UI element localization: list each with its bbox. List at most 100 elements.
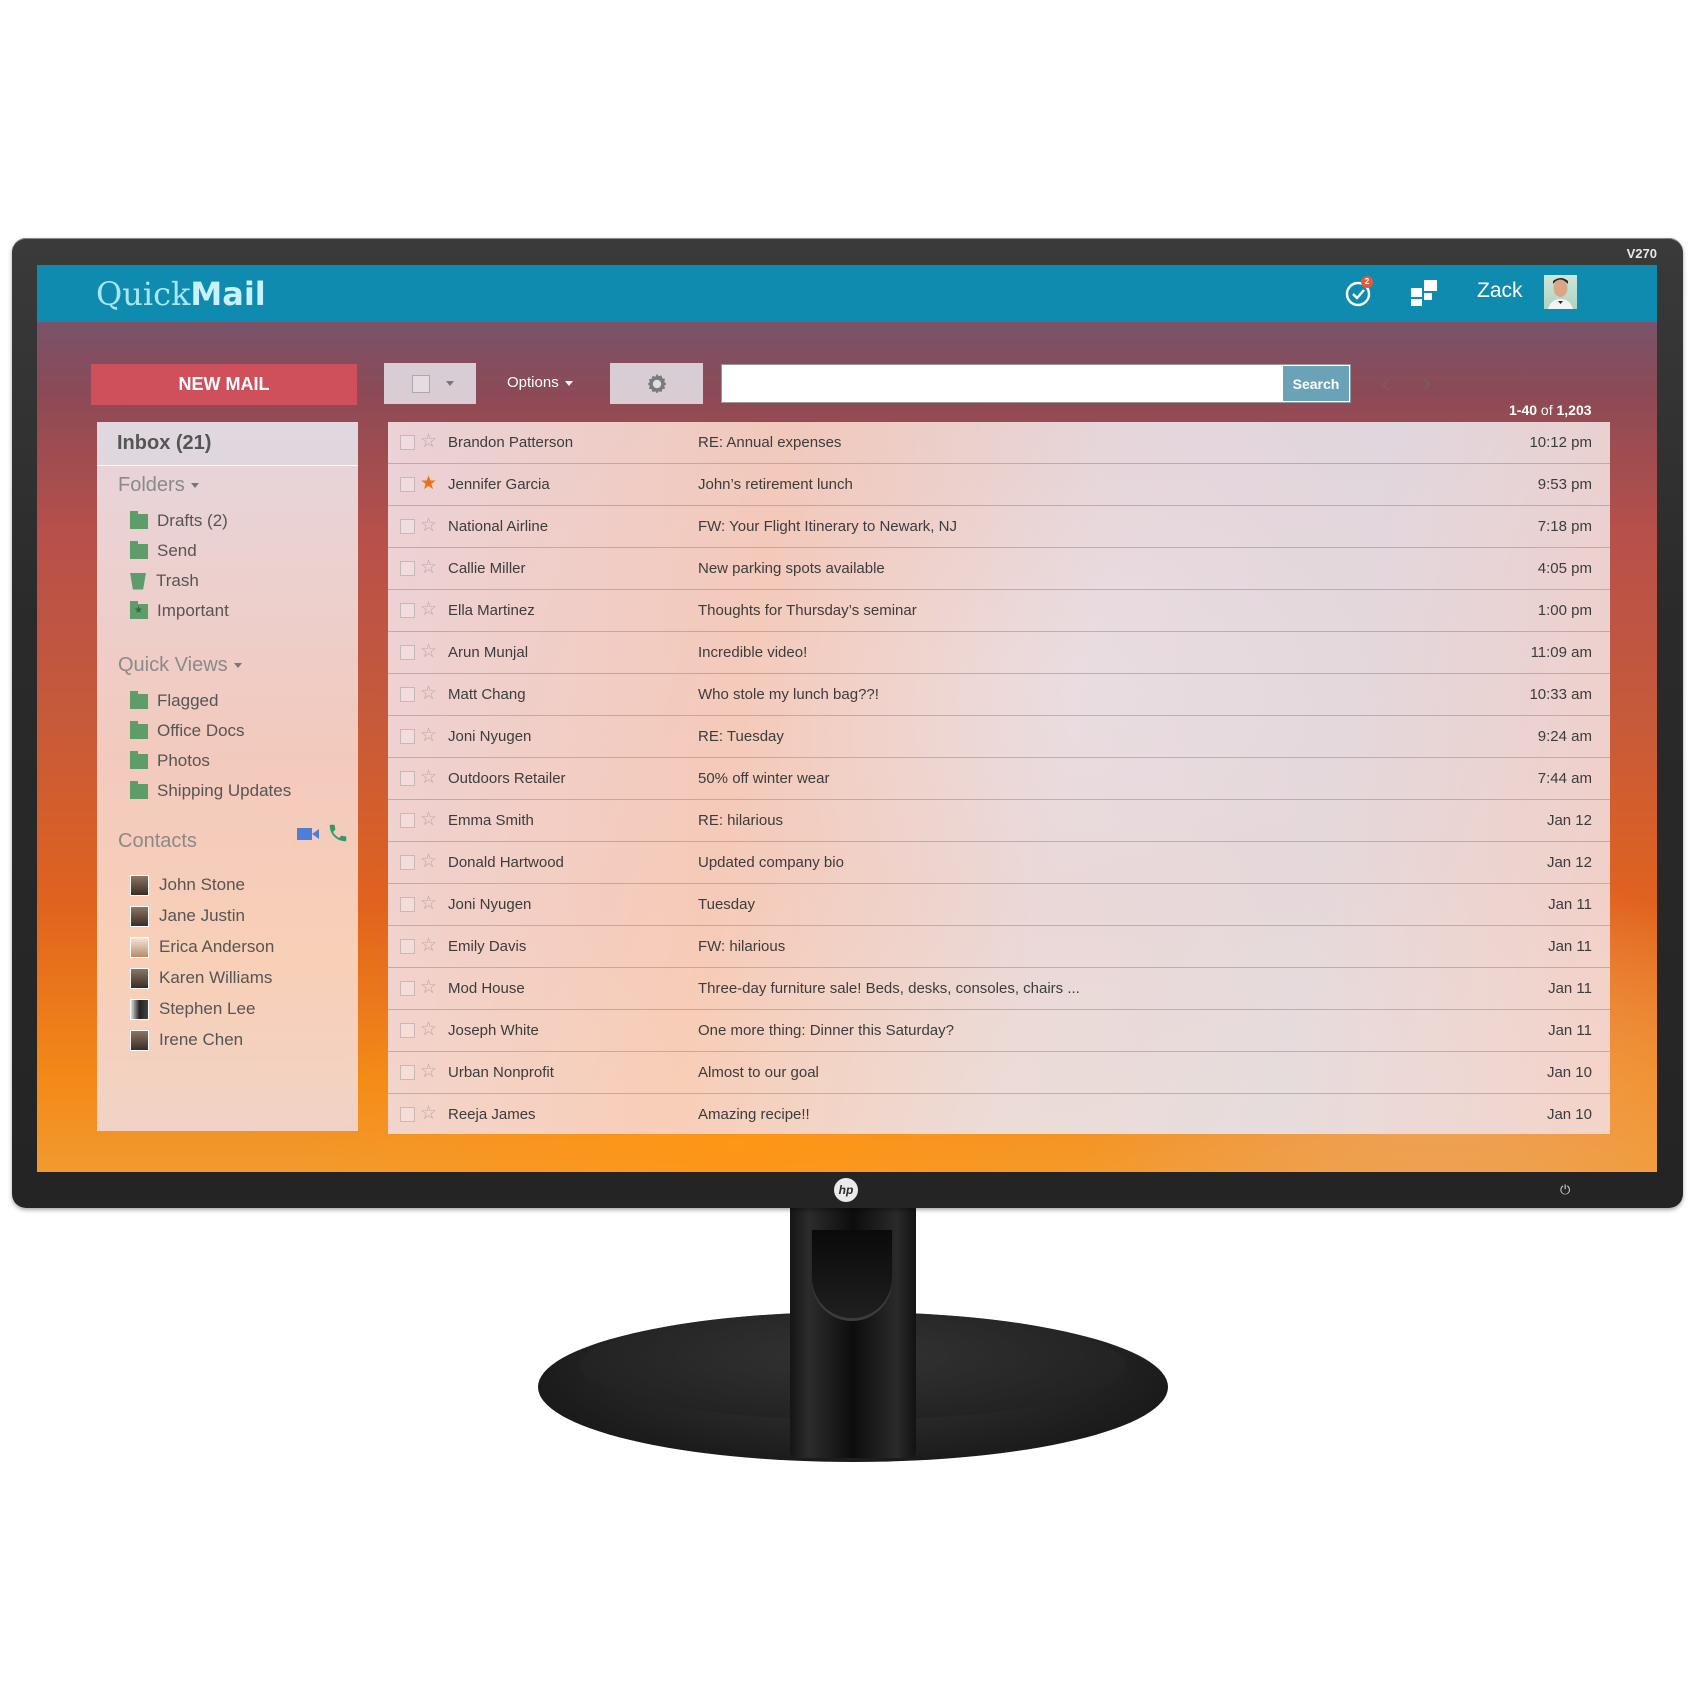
star-icon[interactable]: ☆ — [420, 598, 437, 621]
mail-checkbox[interactable] — [400, 855, 415, 870]
mail-row[interactable]: ☆ National Airline FW: Your Flight Itinera… — [388, 506, 1610, 548]
settings-button[interactable] — [610, 363, 703, 404]
mail-sender: Joni Nyugen — [448, 896, 532, 913]
user-avatar[interactable] — [1544, 275, 1577, 309]
contact-avatar — [130, 874, 149, 896]
video-call-icon[interactable] — [297, 828, 319, 840]
star-icon[interactable]: ☆ — [420, 934, 437, 957]
mail-row[interactable]: ☆ Ella Martinez Thoughts for Thursday’s se… — [388, 590, 1610, 632]
mail-checkbox[interactable] — [400, 1065, 415, 1080]
mail-checkbox[interactable] — [400, 771, 415, 786]
star-icon[interactable]: ☆ — [420, 766, 437, 789]
mail-row[interactable]: ☆ Brandon Patterson RE: Annual expenses 10:… — [388, 422, 1610, 464]
star-icon[interactable]: ☆ — [420, 1018, 437, 1041]
mail-row[interactable]: ☆ Joni Nyugen Tuesday Jan 11 — [388, 884, 1610, 926]
sidebar-item-shipping-updates[interactable]: Shipping Updates — [130, 779, 291, 803]
star-icon[interactable]: ☆ — [420, 682, 437, 705]
star-icon[interactable]: ☆ — [420, 1060, 437, 1083]
mail-sender: Jennifer Garcia — [448, 476, 550, 493]
phone-call-icon[interactable] — [327, 822, 349, 844]
select-all-checkbox[interactable] — [412, 375, 430, 393]
star-icon[interactable]: ☆ — [420, 724, 437, 747]
contact-name: Erica Anderson — [159, 937, 275, 956]
star-icon[interactable]: ☆ — [420, 514, 437, 537]
mail-checkbox[interactable] — [400, 939, 415, 954]
next-page-chevron-icon[interactable]: › — [1422, 367, 1431, 399]
sidebar-item-inbox[interactable]: Inbox (21) — [97, 422, 358, 466]
mail-checkbox[interactable] — [400, 435, 415, 450]
prev-page-chevron-icon[interactable]: ‹ — [1381, 367, 1390, 399]
mail-row[interactable]: ☆ Mod House Three-day furniture sale! Beds… — [388, 968, 1610, 1010]
search-input[interactable] — [722, 365, 1282, 402]
mail-checkbox[interactable] — [400, 603, 415, 618]
chevron-down-icon — [190, 483, 199, 489]
mail-subject: Incredible video! — [698, 644, 808, 661]
mail-checkbox[interactable] — [400, 729, 415, 744]
user-name[interactable]: Zack — [1477, 279, 1523, 303]
star-icon[interactable]: ☆ — [420, 430, 437, 453]
new-mail-button[interactable]: NEW MAIL — [91, 364, 357, 405]
mail-checkbox[interactable] — [400, 813, 415, 828]
sidebar-item-flagged[interactable]: Flagged — [130, 689, 218, 713]
logo-text-mail: Mail — [190, 275, 266, 313]
folder-icon — [130, 690, 148, 709]
contact-item[interactable]: Irene Chen — [130, 1028, 243, 1052]
mail-row[interactable]: ☆ Urban Nonprofit Almost to our goal Jan 10 — [388, 1052, 1610, 1094]
mail-row[interactable]: ★ Jennifer Garcia John’s retirement lunch 9… — [388, 464, 1610, 506]
mail-row[interactable]: ☆ Callie Miller New parking spots availabl… — [388, 548, 1610, 590]
star-icon[interactable]: ☆ — [420, 1102, 437, 1125]
star-icon[interactable]: ☆ — [420, 556, 437, 579]
app-logo[interactable]: QuickMail — [96, 275, 266, 313]
sidebar-item-trash[interactable]: Trash — [130, 569, 199, 593]
contact-item[interactable]: Stephen Lee — [130, 997, 255, 1021]
mail-row[interactable]: ☆ Reeja James Amazing recipe!! Jan 10 — [388, 1094, 1610, 1136]
mail-row[interactable]: ☆ Donald Hartwood Updated company bio Jan 1… — [388, 842, 1610, 884]
mail-row[interactable]: ☆ Arun Munjal Incredible video! 11:09 am — [388, 632, 1610, 674]
sidebar-item-photos[interactable]: Photos — [130, 749, 210, 773]
mail-checkbox[interactable] — [400, 687, 415, 702]
select-all-dropdown[interactable] — [384, 363, 476, 404]
star-icon[interactable]: ☆ — [420, 808, 437, 831]
quick-views-section-toggle[interactable]: Quick Views — [118, 654, 242, 677]
mail-time: 4:05 pm — [1537, 560, 1592, 577]
apps-grid-icon[interactable] — [1411, 280, 1437, 306]
mail-subject: RE: Tuesday — [698, 728, 784, 745]
contact-name: Stephen Lee — [159, 999, 256, 1018]
sidebar-item-office-docs[interactable]: Office Docs — [130, 719, 245, 743]
search-button[interactable]: Search — [1283, 366, 1349, 401]
mail-subject: Amazing recipe!! — [698, 1106, 810, 1123]
contact-item[interactable]: Karen Williams — [130, 966, 272, 990]
mail-sender: Urban Nonprofit — [448, 1064, 554, 1081]
mail-checkbox[interactable] — [400, 897, 415, 912]
mail-row[interactable]: ☆ Joni Nyugen RE: Tuesday 9:24 am — [388, 716, 1610, 758]
mail-row[interactable]: ☆ Outdoors Retailer 50% off winter wear 7:4… — [388, 758, 1610, 800]
mail-checkbox[interactable] — [400, 561, 415, 576]
star-icon[interactable]: ☆ — [420, 640, 437, 663]
folders-section-toggle[interactable]: Folders — [118, 474, 199, 497]
sidebar-item-important[interactable]: ★ Important — [130, 599, 229, 623]
mail-row[interactable]: ☆ Emma Smith RE: hilarious Jan 12 — [388, 800, 1610, 842]
options-dropdown[interactable]: Options — [507, 374, 573, 391]
contact-name: Jane Justin — [159, 906, 245, 925]
hp-logo-icon: hp — [834, 1178, 858, 1202]
contact-item[interactable]: Erica Anderson — [130, 935, 274, 959]
starred-icon[interactable]: ★ — [420, 472, 437, 495]
star-icon[interactable]: ☆ — [420, 892, 437, 915]
star-icon[interactable]: ☆ — [420, 976, 437, 999]
mail-row[interactable]: ☆ Emily Davis FW: hilarious Jan 11 — [388, 926, 1610, 968]
contact-item[interactable]: Jane Justin — [130, 904, 245, 928]
star-icon[interactable]: ☆ — [420, 850, 437, 873]
mail-checkbox[interactable] — [400, 477, 415, 492]
mail-checkbox[interactable] — [400, 519, 415, 534]
contact-item[interactable]: John Stone — [130, 873, 245, 897]
mail-row[interactable]: ☆ Joseph White One more thing: Dinner this… — [388, 1010, 1610, 1052]
mail-checkbox[interactable] — [400, 981, 415, 996]
mail-checkbox[interactable] — [400, 645, 415, 660]
mail-checkbox[interactable] — [400, 1107, 415, 1122]
mail-checkbox[interactable] — [400, 1023, 415, 1038]
sidebar-item-send[interactable]: Send — [130, 539, 197, 563]
mail-subject: Who stole my lunch bag??! — [698, 686, 879, 703]
power-button-icon[interactable]: ⏻ — [1560, 1182, 1570, 1198]
sidebar-item-drafts[interactable]: Drafts (2) — [130, 509, 228, 533]
mail-row[interactable]: ☆ Matt Chang Who stole my lunch bag??! 10:3… — [388, 674, 1610, 716]
